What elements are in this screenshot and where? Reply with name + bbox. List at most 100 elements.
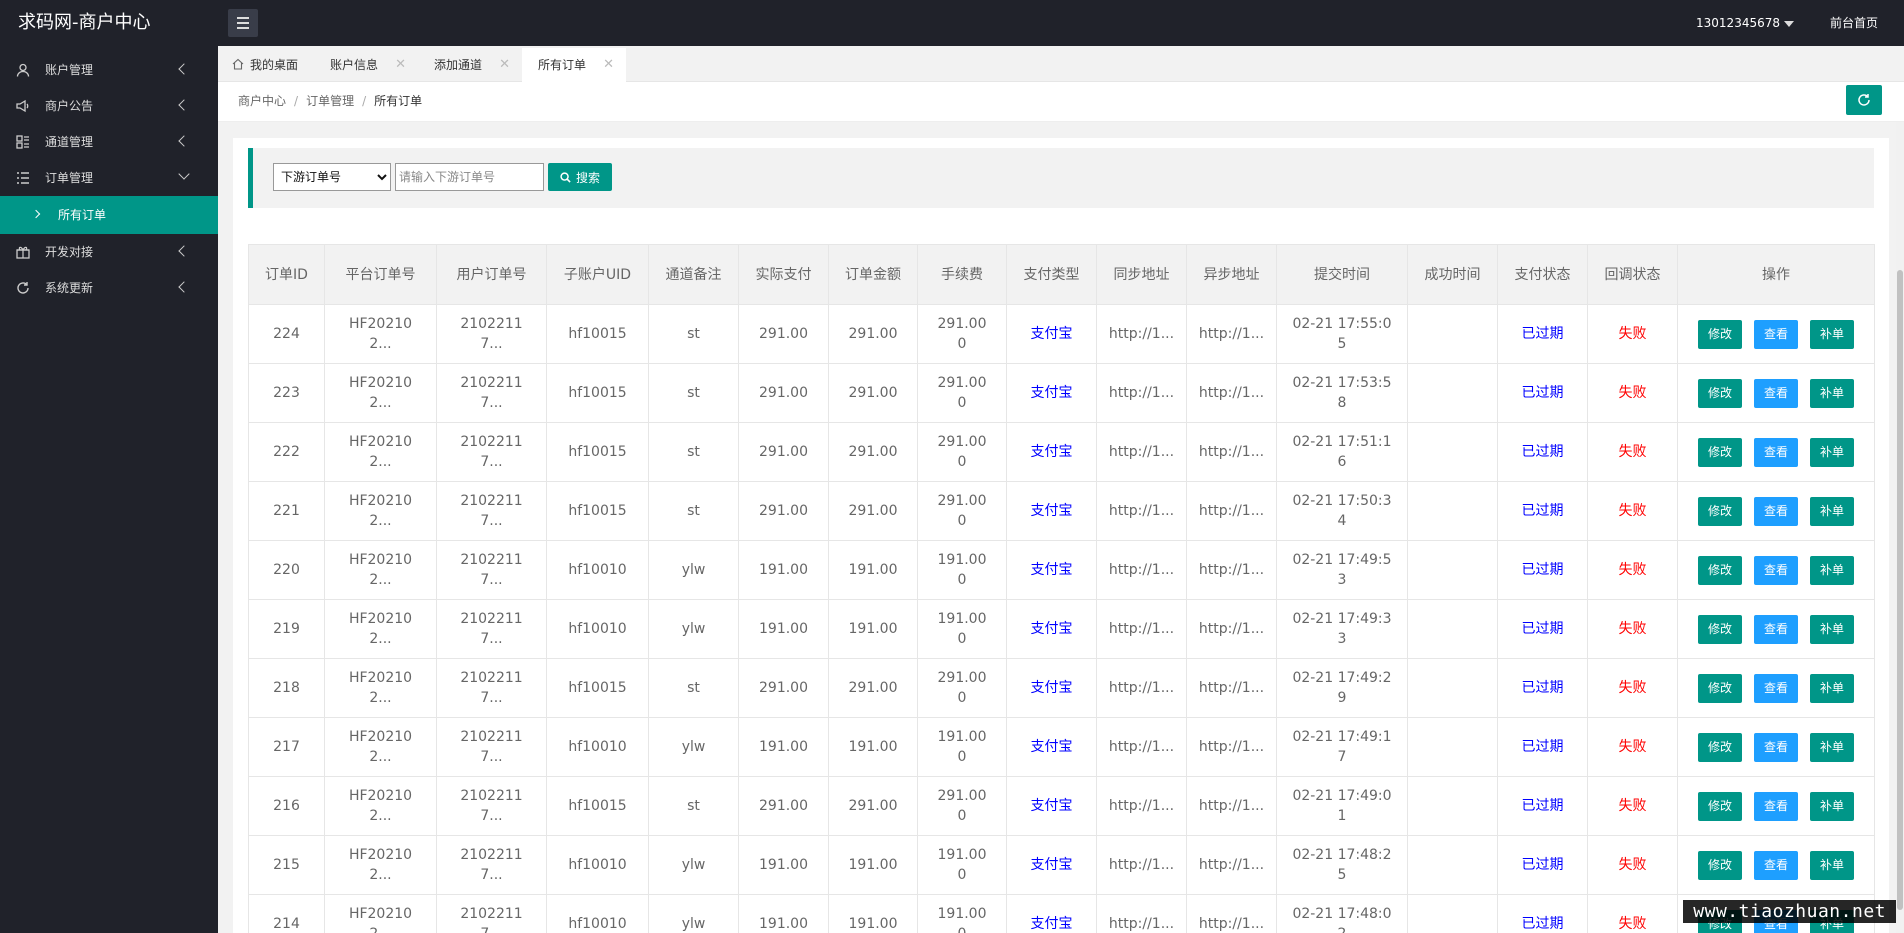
view-button[interactable]: 查看 — [1753, 437, 1798, 467]
sidebar-item-orders[interactable]: 订单管理 — [0, 160, 218, 196]
close-icon[interactable]: ✕ — [603, 48, 614, 82]
tab-add-channel[interactable]: 添加通道 ✕ — [418, 48, 522, 82]
cell-amount: 291.00 — [828, 363, 918, 423]
supplement-button[interactable]: 补单 — [1810, 732, 1855, 762]
sidebar-item-notice[interactable]: 商户公告 — [0, 88, 218, 124]
search-input[interactable] — [395, 163, 544, 191]
view-button[interactable]: 查看 — [1753, 614, 1798, 644]
cell-sync-url: http://1... — [1096, 304, 1187, 364]
cell-user-order-no: 2102211 7... — [436, 540, 547, 600]
vertical-scrollbar[interactable] — [1896, 122, 1904, 933]
cell-amount: 191.00 — [828, 540, 918, 600]
sidebar-item-channel[interactable]: 通道管理 — [0, 124, 218, 160]
cell-channel-note: st — [648, 363, 739, 423]
tab-bar: 我的桌面 账户信息 ✕ 添加通道 ✕ 所有订单 ✕ — [218, 46, 1904, 82]
edit-button[interactable]: 修改 — [1697, 673, 1742, 703]
cell-channel-note: ylw — [648, 599, 739, 659]
supplement-button[interactable]: 补单 — [1810, 850, 1855, 880]
cell-paid: 291.00 — [738, 304, 829, 364]
edit-button[interactable]: 修改 — [1697, 437, 1742, 467]
table-body: 224 HF20210 2... 2102211 7... hf10015 st 291.… — [248, 304, 1875, 933]
supplement-button[interactable]: 补单 — [1810, 614, 1855, 644]
cell-amount: 191.00 — [828, 717, 918, 777]
edit-button[interactable]: 修改 — [1697, 378, 1742, 408]
megaphone-icon — [16, 99, 29, 113]
tab-account-info[interactable]: 账户信息 ✕ — [314, 48, 418, 82]
view-button[interactable]: 查看 — [1753, 673, 1798, 703]
cell-sync-url: http://1... — [1096, 540, 1187, 600]
cell-callback-status: 失败 — [1587, 658, 1678, 718]
breadcrumb-item[interactable]: 商户中心 — [238, 94, 286, 108]
sidebar-item-update[interactable]: 系统更新 — [0, 270, 218, 306]
sidebar-item-dev[interactable]: 开发对接 — [0, 234, 218, 270]
column-header: 操作 — [1677, 244, 1875, 305]
cell-success-time — [1407, 304, 1498, 364]
cell-paid: 191.00 — [738, 599, 829, 659]
tab-all-orders[interactable]: 所有订单 ✕ — [522, 48, 626, 82]
scrollbar-thumb[interactable] — [1897, 270, 1903, 910]
edit-button[interactable]: 修改 — [1697, 496, 1742, 526]
cell-order-id: 219 — [248, 599, 325, 659]
sidebar-subitem-all-orders[interactable]: 所有订单 — [0, 196, 218, 234]
supplement-button[interactable]: 补单 — [1810, 791, 1855, 821]
supplement-button[interactable]: 补单 — [1810, 437, 1855, 467]
view-button[interactable]: 查看 — [1753, 791, 1798, 821]
search-button[interactable]: 搜索 — [548, 163, 612, 191]
cell-user-order-no: 2102211 7... — [436, 363, 547, 423]
cell-pay-status: 已过期 — [1497, 540, 1588, 600]
cell-user-order-no: 2102211 7... — [436, 658, 547, 718]
cell-success-time — [1407, 481, 1498, 541]
close-icon[interactable]: ✕ — [395, 48, 406, 82]
edit-button[interactable]: 修改 — [1697, 319, 1742, 349]
cell-order-id: 217 — [248, 717, 325, 777]
front-home-link[interactable]: 前台首页 — [1830, 0, 1878, 46]
cell-order-id: 214 — [248, 894, 325, 933]
refresh-button[interactable] — [1846, 85, 1882, 115]
edit-button[interactable]: 修改 — [1697, 732, 1742, 762]
cell-submit-time: 02-21 17:49:0 1 — [1276, 776, 1408, 836]
edit-button[interactable]: 修改 — [1697, 614, 1742, 644]
cell-sub-uid: hf10015 — [546, 481, 649, 541]
supplement-button[interactable]: 补单 — [1810, 496, 1855, 526]
menu-toggle-button[interactable] — [228, 9, 258, 37]
search-icon — [560, 171, 571, 183]
user-menu[interactable]: 13012345678 — [1696, 0, 1794, 46]
cell-user-order-no: 2102211 7... — [436, 894, 547, 933]
supplement-button[interactable]: 补单 — [1810, 378, 1855, 408]
cell-channel-note: ylw — [648, 835, 739, 895]
hamburger-icon — [237, 17, 249, 19]
cell-platform-order-no: HF20210 2... — [324, 363, 437, 423]
sidebar-item-account[interactable]: 账户管理 — [0, 52, 218, 88]
column-header: 成功时间 — [1407, 244, 1498, 305]
cell-callback-status: 失败 — [1587, 599, 1678, 659]
cell-fee: 291.00 0 — [917, 481, 1007, 541]
supplement-button[interactable]: 补单 — [1810, 555, 1855, 585]
chevron-left-icon — [178, 245, 190, 257]
supplement-button[interactable]: 补单 — [1810, 673, 1855, 703]
view-button[interactable]: 查看 — [1753, 732, 1798, 762]
orders-card: 下游订单号 搜索 订单ID平台订单号用户订单号子账户UID通道备注实际支付订单金… — [233, 138, 1889, 933]
column-header: 子账户UID — [546, 244, 649, 305]
view-button[interactable]: 查看 — [1753, 319, 1798, 349]
view-button[interactable]: 查看 — [1753, 555, 1798, 585]
tab-desktop[interactable]: 我的桌面 — [218, 48, 314, 82]
table-row: 222 HF20210 2... 2102211 7... hf10015 st 291.… — [248, 422, 1875, 482]
cell-channel-note: ylw — [648, 894, 739, 933]
edit-button[interactable]: 修改 — [1697, 555, 1742, 585]
view-button[interactable]: 查看 — [1753, 496, 1798, 526]
search-field-select[interactable]: 下游订单号 — [273, 163, 391, 191]
cell-paid: 291.00 — [738, 481, 829, 541]
cell-fee: 191.00 0 — [917, 717, 1007, 777]
edit-button[interactable]: 修改 — [1697, 850, 1742, 880]
sidebar-subitem-label: 所有订单 — [58, 208, 107, 222]
view-button[interactable]: 查看 — [1753, 850, 1798, 880]
cell-success-time — [1407, 658, 1498, 718]
supplement-button[interactable]: 补单 — [1810, 319, 1855, 349]
chevron-left-icon — [178, 63, 190, 75]
cell-sub-uid: hf10010 — [546, 599, 649, 659]
close-icon[interactable]: ✕ — [499, 48, 510, 82]
edit-button[interactable]: 修改 — [1697, 791, 1742, 821]
view-button[interactable]: 查看 — [1753, 378, 1798, 408]
breadcrumb-item[interactable]: 订单管理 — [306, 94, 354, 108]
cell-pay-status: 已过期 — [1497, 599, 1588, 659]
